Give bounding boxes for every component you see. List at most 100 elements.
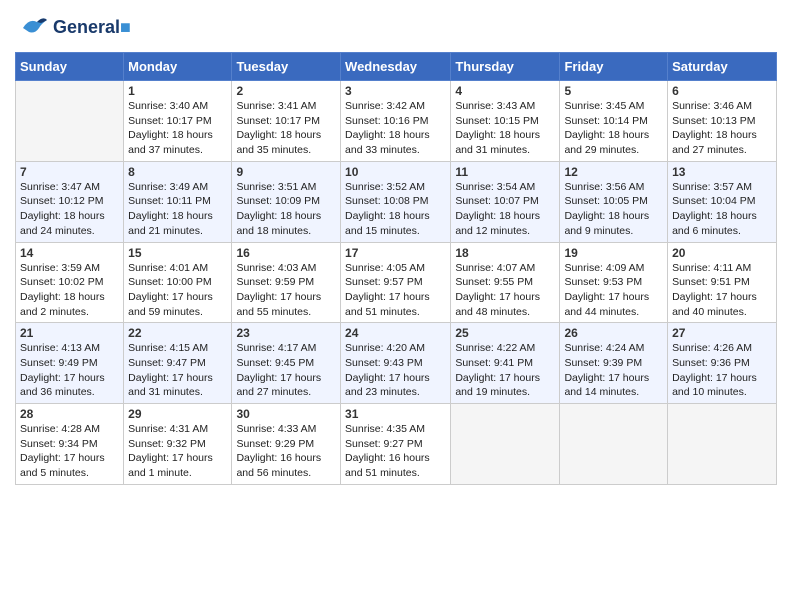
calendar-cell: 14Sunrise: 3:59 AM Sunset: 10:02 PM Dayl… bbox=[16, 242, 124, 323]
logo-text: General■ bbox=[53, 18, 131, 38]
day-info: Sunrise: 3:42 AM Sunset: 10:16 PM Daylig… bbox=[345, 99, 446, 158]
calendar-cell: 27Sunrise: 4:26 AM Sunset: 9:36 PM Dayli… bbox=[668, 323, 777, 404]
day-info: Sunrise: 3:47 AM Sunset: 10:12 PM Daylig… bbox=[20, 180, 119, 239]
day-number: 18 bbox=[455, 246, 555, 260]
calendar-cell: 5Sunrise: 3:45 AM Sunset: 10:14 PM Dayli… bbox=[560, 81, 668, 162]
day-info: Sunrise: 4:13 AM Sunset: 9:49 PM Dayligh… bbox=[20, 341, 119, 400]
logo: General■ bbox=[15, 10, 131, 46]
calendar-cell: 24Sunrise: 4:20 AM Sunset: 9:43 PM Dayli… bbox=[341, 323, 451, 404]
day-number: 7 bbox=[20, 165, 119, 179]
header-thursday: Thursday bbox=[451, 53, 560, 81]
day-info: Sunrise: 4:11 AM Sunset: 9:51 PM Dayligh… bbox=[672, 261, 772, 320]
page-header: General■ bbox=[15, 10, 777, 46]
day-number: 12 bbox=[564, 165, 663, 179]
day-info: Sunrise: 3:40 AM Sunset: 10:17 PM Daylig… bbox=[128, 99, 227, 158]
day-number: 5 bbox=[564, 84, 663, 98]
calendar-cell bbox=[668, 404, 777, 485]
header-sunday: Sunday bbox=[16, 53, 124, 81]
day-info: Sunrise: 3:56 AM Sunset: 10:05 PM Daylig… bbox=[564, 180, 663, 239]
day-info: Sunrise: 3:59 AM Sunset: 10:02 PM Daylig… bbox=[20, 261, 119, 320]
calendar-cell: 4Sunrise: 3:43 AM Sunset: 10:15 PM Dayli… bbox=[451, 81, 560, 162]
day-info: Sunrise: 4:24 AM Sunset: 9:39 PM Dayligh… bbox=[564, 341, 663, 400]
day-number: 25 bbox=[455, 326, 555, 340]
day-info: Sunrise: 4:33 AM Sunset: 9:29 PM Dayligh… bbox=[236, 422, 336, 481]
day-info: Sunrise: 4:26 AM Sunset: 9:36 PM Dayligh… bbox=[672, 341, 772, 400]
week-row-1: 7Sunrise: 3:47 AM Sunset: 10:12 PM Dayli… bbox=[16, 161, 777, 242]
day-info: Sunrise: 4:05 AM Sunset: 9:57 PM Dayligh… bbox=[345, 261, 446, 320]
day-number: 20 bbox=[672, 246, 772, 260]
day-number: 15 bbox=[128, 246, 227, 260]
calendar-cell: 19Sunrise: 4:09 AM Sunset: 9:53 PM Dayli… bbox=[560, 242, 668, 323]
calendar-cell bbox=[451, 404, 560, 485]
calendar-cell: 7Sunrise: 3:47 AM Sunset: 10:12 PM Dayli… bbox=[16, 161, 124, 242]
calendar-cell: 13Sunrise: 3:57 AM Sunset: 10:04 PM Dayl… bbox=[668, 161, 777, 242]
calendar-cell bbox=[560, 404, 668, 485]
day-number: 23 bbox=[236, 326, 336, 340]
day-info: Sunrise: 3:46 AM Sunset: 10:13 PM Daylig… bbox=[672, 99, 772, 158]
calendar-cell: 8Sunrise: 3:49 AM Sunset: 10:11 PM Dayli… bbox=[124, 161, 232, 242]
day-number: 11 bbox=[455, 165, 555, 179]
calendar-cell: 17Sunrise: 4:05 AM Sunset: 9:57 PM Dayli… bbox=[341, 242, 451, 323]
header-wednesday: Wednesday bbox=[341, 53, 451, 81]
header-friday: Friday bbox=[560, 53, 668, 81]
day-number: 13 bbox=[672, 165, 772, 179]
day-info: Sunrise: 4:31 AM Sunset: 9:32 PM Dayligh… bbox=[128, 422, 227, 481]
header-saturday: Saturday bbox=[668, 53, 777, 81]
day-info: Sunrise: 4:09 AM Sunset: 9:53 PM Dayligh… bbox=[564, 261, 663, 320]
calendar-cell: 3Sunrise: 3:42 AM Sunset: 10:16 PM Dayli… bbox=[341, 81, 451, 162]
day-info: Sunrise: 4:15 AM Sunset: 9:47 PM Dayligh… bbox=[128, 341, 227, 400]
day-number: 28 bbox=[20, 407, 119, 421]
day-number: 1 bbox=[128, 84, 227, 98]
day-number: 4 bbox=[455, 84, 555, 98]
week-row-2: 14Sunrise: 3:59 AM Sunset: 10:02 PM Dayl… bbox=[16, 242, 777, 323]
calendar-cell: 25Sunrise: 4:22 AM Sunset: 9:41 PM Dayli… bbox=[451, 323, 560, 404]
calendar-cell: 16Sunrise: 4:03 AM Sunset: 9:59 PM Dayli… bbox=[232, 242, 341, 323]
calendar-cell: 18Sunrise: 4:07 AM Sunset: 9:55 PM Dayli… bbox=[451, 242, 560, 323]
calendar-cell: 29Sunrise: 4:31 AM Sunset: 9:32 PM Dayli… bbox=[124, 404, 232, 485]
week-row-0: 1Sunrise: 3:40 AM Sunset: 10:17 PM Dayli… bbox=[16, 81, 777, 162]
day-info: Sunrise: 4:22 AM Sunset: 9:41 PM Dayligh… bbox=[455, 341, 555, 400]
calendar-cell: 10Sunrise: 3:52 AM Sunset: 10:08 PM Dayl… bbox=[341, 161, 451, 242]
calendar-cell: 15Sunrise: 4:01 AM Sunset: 10:00 PM Dayl… bbox=[124, 242, 232, 323]
day-number: 2 bbox=[236, 84, 336, 98]
calendar-cell: 23Sunrise: 4:17 AM Sunset: 9:45 PM Dayli… bbox=[232, 323, 341, 404]
day-info: Sunrise: 4:17 AM Sunset: 9:45 PM Dayligh… bbox=[236, 341, 336, 400]
calendar-cell: 11Sunrise: 3:54 AM Sunset: 10:07 PM Dayl… bbox=[451, 161, 560, 242]
day-number: 19 bbox=[564, 246, 663, 260]
day-number: 9 bbox=[236, 165, 336, 179]
day-number: 3 bbox=[345, 84, 446, 98]
day-info: Sunrise: 4:28 AM Sunset: 9:34 PM Dayligh… bbox=[20, 422, 119, 481]
day-info: Sunrise: 4:20 AM Sunset: 9:43 PM Dayligh… bbox=[345, 341, 446, 400]
day-number: 16 bbox=[236, 246, 336, 260]
day-number: 24 bbox=[345, 326, 446, 340]
day-info: Sunrise: 3:49 AM Sunset: 10:11 PM Daylig… bbox=[128, 180, 227, 239]
day-number: 22 bbox=[128, 326, 227, 340]
calendar-cell: 6Sunrise: 3:46 AM Sunset: 10:13 PM Dayli… bbox=[668, 81, 777, 162]
calendar-cell: 1Sunrise: 3:40 AM Sunset: 10:17 PM Dayli… bbox=[124, 81, 232, 162]
day-number: 26 bbox=[564, 326, 663, 340]
logo-icon bbox=[15, 10, 51, 46]
calendar-cell bbox=[16, 81, 124, 162]
week-row-4: 28Sunrise: 4:28 AM Sunset: 9:34 PM Dayli… bbox=[16, 404, 777, 485]
day-number: 29 bbox=[128, 407, 227, 421]
day-number: 6 bbox=[672, 84, 772, 98]
day-info: Sunrise: 4:35 AM Sunset: 9:27 PM Dayligh… bbox=[345, 422, 446, 481]
calendar-cell: 9Sunrise: 3:51 AM Sunset: 10:09 PM Dayli… bbox=[232, 161, 341, 242]
day-info: Sunrise: 4:01 AM Sunset: 10:00 PM Daylig… bbox=[128, 261, 227, 320]
calendar-cell: 12Sunrise: 3:56 AM Sunset: 10:05 PM Dayl… bbox=[560, 161, 668, 242]
day-number: 14 bbox=[20, 246, 119, 260]
day-number: 8 bbox=[128, 165, 227, 179]
day-info: Sunrise: 3:51 AM Sunset: 10:09 PM Daylig… bbox=[236, 180, 336, 239]
day-number: 21 bbox=[20, 326, 119, 340]
calendar-cell: 30Sunrise: 4:33 AM Sunset: 9:29 PM Dayli… bbox=[232, 404, 341, 485]
header-monday: Monday bbox=[124, 53, 232, 81]
header-tuesday: Tuesday bbox=[232, 53, 341, 81]
day-number: 27 bbox=[672, 326, 772, 340]
day-info: Sunrise: 3:45 AM Sunset: 10:14 PM Daylig… bbox=[564, 99, 663, 158]
day-number: 30 bbox=[236, 407, 336, 421]
week-row-3: 21Sunrise: 4:13 AM Sunset: 9:49 PM Dayli… bbox=[16, 323, 777, 404]
day-info: Sunrise: 3:41 AM Sunset: 10:17 PM Daylig… bbox=[236, 99, 336, 158]
calendar-table: SundayMondayTuesdayWednesdayThursdayFrid… bbox=[15, 52, 777, 485]
day-info: Sunrise: 3:57 AM Sunset: 10:04 PM Daylig… bbox=[672, 180, 772, 239]
calendar-cell: 21Sunrise: 4:13 AM Sunset: 9:49 PM Dayli… bbox=[16, 323, 124, 404]
